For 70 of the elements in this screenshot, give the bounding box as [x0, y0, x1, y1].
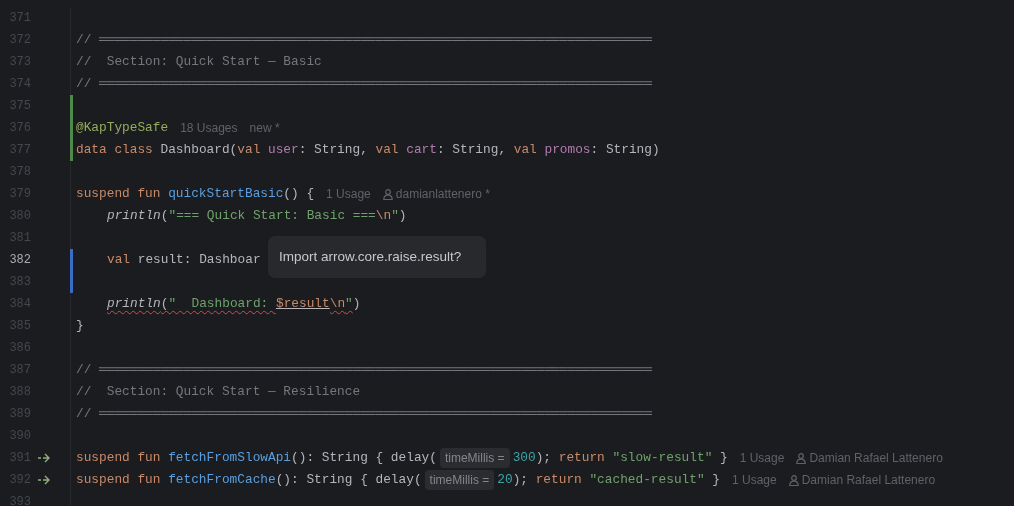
keyword: return	[535, 471, 583, 490]
author-name: damianlattenero *	[395, 186, 490, 203]
annotation: @KapTypeSafe	[76, 119, 169, 138]
code-comment: // Section: Quick Start — Resilience	[76, 383, 361, 402]
keyword: val	[237, 141, 262, 160]
person-icon	[796, 452, 807, 464]
code-text: )	[398, 207, 407, 226]
keyword: return	[558, 449, 606, 468]
code-text: );	[535, 449, 553, 468]
code-text: (	[160, 295, 169, 314]
property-name: cart	[406, 141, 437, 160]
usage-hint[interactable]: 1 Usage	[739, 449, 785, 467]
person-icon	[382, 188, 393, 200]
author-name: Damian Rafael Lattenero	[809, 450, 943, 467]
parameter-hint: timeMillis =	[424, 470, 495, 490]
string-literal: "	[345, 295, 353, 314]
property-name: user	[268, 141, 299, 160]
code-text: : String)	[590, 141, 660, 160]
code-comment: // ════════════════════════════════════════════════════════════════════════	[76, 361, 652, 380]
parameter-hint: timeMillis =	[439, 448, 510, 468]
usage-hint[interactable]: 1 Usage	[326, 185, 371, 203]
string-literal: "=== Quick Start: Basic ===	[168, 207, 376, 226]
function-name: quickStartBasic	[168, 185, 284, 204]
usage-hint[interactable]: 18 Usages	[180, 119, 238, 137]
keyword: data class	[76, 141, 154, 160]
code-comment: // ════════════════════════════════════════════════════════════════════════	[76, 405, 652, 424]
string-literal: "slow-result"	[612, 449, 713, 468]
function-name: fetchFromSlowApi	[168, 449, 292, 468]
code-text: }	[719, 449, 728, 468]
code-comment: // ════════════════════════════════════════════════════════════════════════	[76, 31, 652, 50]
line-number: 382	[8, 252, 31, 269]
code-comment: // ════════════════════════════════════════════════════════════════════════	[76, 75, 652, 94]
code-text: : String,	[436, 141, 508, 160]
person-icon	[788, 474, 799, 486]
code-text: }	[76, 317, 84, 336]
code-text: : String,	[298, 141, 369, 160]
property-name: promos	[544, 141, 591, 160]
usage-hint[interactable]: 1 Usage	[732, 471, 777, 489]
code-text: }	[711, 471, 720, 490]
number-literal: 300	[512, 449, 536, 468]
keyword: val	[107, 251, 132, 270]
author-name: Damian Rafael Lattenero	[801, 472, 936, 489]
string-literal: "	[391, 207, 399, 226]
function-call: println	[107, 295, 161, 314]
code-text: );	[512, 471, 529, 490]
code-text: () {	[283, 185, 315, 204]
keyword: suspend fun	[76, 471, 162, 490]
keyword: suspend fun	[76, 449, 162, 468]
template-variable: $result	[275, 295, 330, 314]
arrow-icon[interactable]	[37, 452, 51, 464]
arrow-icon[interactable]	[37, 474, 51, 486]
keyword: val	[375, 141, 400, 160]
usage-hint[interactable]: new *	[249, 119, 280, 137]
keyword: suspend fun	[76, 185, 162, 204]
code-text: Dashboard(	[160, 141, 238, 160]
number-literal: 20	[497, 471, 513, 490]
tooltip: Import arrow.core.raise.result?	[268, 236, 486, 278]
code-text: (): String { delay(	[275, 471, 422, 490]
string-literal: "cached-result"	[589, 471, 705, 490]
escape-sequence: \n	[375, 207, 392, 226]
function-name: fetchFromCache	[168, 471, 276, 490]
code-text: )	[352, 295, 361, 314]
code-text: (	[160, 207, 169, 226]
escape-sequence: \n	[329, 295, 346, 314]
code-comment: // Section: Quick Start — Basic	[76, 53, 322, 72]
code-text: result: Dashboar	[137, 251, 261, 270]
string-literal: " Dashboard:	[168, 295, 270, 314]
keyword: val	[513, 141, 538, 160]
function-call: println	[107, 207, 161, 226]
code-text: (): String { delay(	[291, 449, 437, 468]
